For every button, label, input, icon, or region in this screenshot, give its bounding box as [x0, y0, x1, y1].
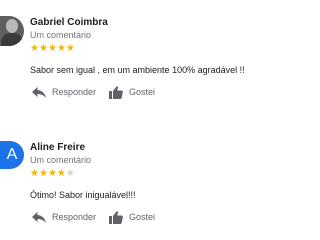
reply-icon: [32, 86, 46, 98]
star-icon: ★: [30, 168, 39, 179]
like-button[interactable]: Gostei: [109, 209, 155, 225]
star-icon: ★: [56, 168, 66, 179]
star-icon: ★: [38, 43, 48, 54]
reply-icon: [32, 211, 46, 223]
like-label: Gostei: [129, 87, 156, 97]
like-button[interactable]: Gostei: [109, 84, 155, 100]
review-actions: Responder Gostei: [30, 84, 230, 100]
star-rating: ★★★★★: [30, 44, 75, 54]
reply-button[interactable]: Responder: [32, 84, 96, 100]
reviewer-name[interactable]: Gabriel Coimbra: [30, 17, 108, 28]
review-text: Ótimo! Sabor inigualável!!!: [30, 190, 136, 200]
star-icon: ★: [65, 168, 75, 179]
reviewer-name[interactable]: Aline Freire: [30, 142, 85, 153]
like-label: Gostei: [129, 212, 156, 222]
avatar[interactable]: A: [0, 141, 24, 169]
star-icon: ★: [47, 168, 57, 179]
star-icon: ★: [30, 43, 39, 54]
star-icon: ★: [65, 43, 75, 54]
thumbs-up-icon: [109, 210, 123, 224]
review-count: Um comentário: [30, 30, 92, 40]
review-actions: Responder Gostei: [30, 209, 230, 225]
star-icon: ★: [47, 43, 57, 54]
reply-label: Responder: [52, 87, 97, 97]
avatar[interactable]: [0, 16, 24, 46]
thumbs-up-icon: [109, 85, 123, 99]
review-count: Um comentário: [30, 155, 92, 165]
star-icon: ★: [38, 168, 48, 179]
star-icon: ★: [56, 43, 66, 54]
reply-label: Responder: [52, 212, 97, 222]
review-text: Sabor sem igual , em um ambiente 100% ag…: [30, 65, 245, 75]
reply-button[interactable]: Responder: [32, 209, 96, 225]
star-rating: ★★★★★: [30, 169, 75, 179]
